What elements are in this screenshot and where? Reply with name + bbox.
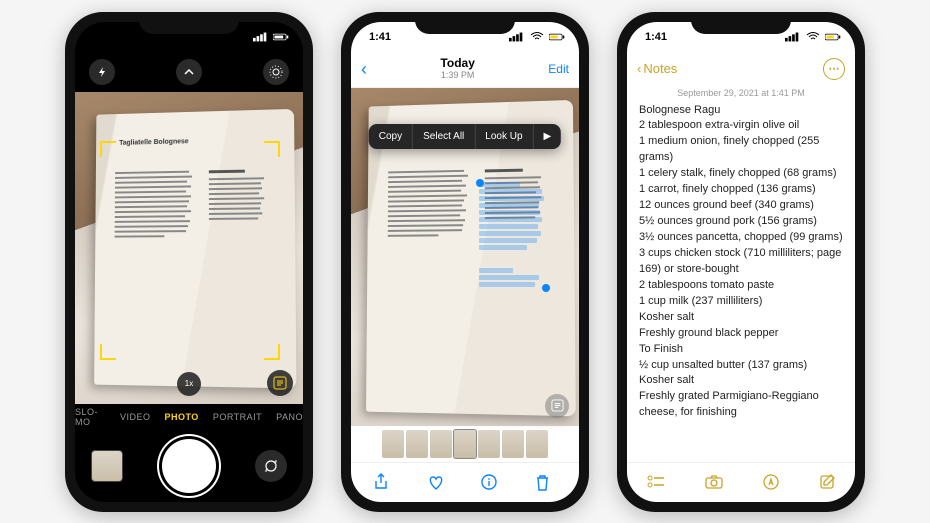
book-title: Tagliatelle Bolognese: [119, 139, 188, 147]
phone-camera: Tagliatelle Bolognese 1x SLO-MO VIDEO P: [65, 12, 313, 512]
back-button[interactable]: ‹: [361, 59, 367, 80]
last-photo-thumbnail[interactable]: [91, 450, 123, 482]
info-button[interactable]: [481, 474, 503, 490]
phone-photos: 1:41 ‹ Today 1:39 PM Edit Tagliatelle Bo…: [341, 12, 589, 512]
status-indicators: [509, 32, 565, 42]
menu-more-arrow[interactable]: ▶: [534, 124, 562, 149]
note-line: 1 cup milk (237 milliliters): [639, 294, 843, 310]
filmstrip-thumb[interactable]: [526, 430, 548, 458]
back-button[interactable]: ‹ Notes: [637, 61, 677, 76]
livetext-bracket: [264, 344, 280, 360]
filmstrip-thumb[interactable]: [430, 430, 452, 458]
filmstrip-thumb[interactable]: [454, 430, 476, 458]
livetext-bracket: [100, 344, 116, 360]
menu-select-all[interactable]: Select All: [413, 124, 475, 149]
camera-button[interactable]: [705, 475, 723, 489]
notch: [139, 12, 239, 34]
note-line: 5½ ounces ground pork (156 grams): [639, 214, 843, 230]
note-date: September 29, 2021 at 1:41 PM: [627, 86, 855, 103]
zoom-badge[interactable]: 1x: [177, 372, 201, 396]
notch: [415, 12, 515, 34]
mode-video[interactable]: VIDEO: [120, 412, 151, 422]
livetext-bracket: [264, 141, 280, 157]
note-line: Bolognese Ragu: [639, 103, 843, 119]
shutter-button[interactable]: [162, 439, 216, 493]
flash-button[interactable]: [89, 59, 115, 85]
phone-notes: 1:41 ‹ Notes ⋯ September 29, 2021 at 1:4…: [617, 12, 865, 512]
live-text-button[interactable]: [545, 394, 569, 418]
book-ingredients: [209, 170, 270, 224]
camera-top-bar: [75, 52, 303, 92]
favorite-button[interactable]: [427, 474, 449, 490]
notes-nav-bar: ‹ Notes ⋯: [627, 52, 855, 86]
book-body-text: [114, 171, 197, 358]
note-line: 12 ounces ground beef (340 grams): [639, 198, 843, 214]
edit-button[interactable]: Edit: [548, 62, 569, 76]
menu-copy[interactable]: Copy: [369, 124, 413, 149]
camera-flip-button[interactable]: [255, 450, 287, 482]
camera-controls: [75, 430, 303, 502]
note-line: To Finish: [639, 342, 843, 358]
photos-nav-bar: ‹ Today 1:39 PM Edit: [351, 52, 579, 88]
camera-mode-strip[interactable]: SLO-MO VIDEO PHOTO PORTRAIT PANO: [75, 404, 303, 430]
filmstrip-thumb[interactable]: [478, 430, 500, 458]
mode-pano[interactable]: PANO: [276, 412, 303, 422]
photos-toolbar: [351, 462, 579, 502]
live-text-button[interactable]: [267, 370, 293, 396]
note-line: Kosher salt: [639, 373, 843, 389]
note-line: 3 cups chicken stock (710 milliliters; p…: [639, 246, 843, 278]
notch: [691, 12, 791, 34]
share-button[interactable]: [373, 473, 395, 491]
status-indicators: [785, 32, 841, 42]
mode-portrait[interactable]: PORTRAIT: [213, 412, 262, 422]
menu-look-up[interactable]: Look Up: [475, 124, 533, 149]
status-time: 1:41: [645, 31, 667, 43]
note-line: 2 tablespoons tomato paste: [639, 278, 843, 294]
note-line: ½ cup unsalted butter (137 grams): [639, 358, 843, 374]
mode-slomo[interactable]: SLO-MO: [75, 407, 106, 427]
note-line: Freshly grated Parmigiano-Reggiano chees…: [639, 389, 843, 421]
filmstrip-thumb[interactable]: [502, 430, 524, 458]
note-line: 2 tablespoon extra-virgin olive oil: [639, 118, 843, 134]
note-line: 1 medium onion, finely chopped (255 gram…: [639, 134, 843, 166]
livetext-bracket: [100, 141, 116, 157]
note-body[interactable]: Bolognese Ragu2 tablespoon extra-virgin …: [627, 103, 855, 462]
markup-button[interactable]: [763, 474, 779, 490]
filmstrip-thumb[interactable]: [406, 430, 428, 458]
notes-toolbar: [627, 462, 855, 502]
more-button[interactable]: ⋯: [823, 58, 845, 80]
chevron-up-icon[interactable]: [176, 59, 202, 85]
note-line: 1 celery stalk, finely chopped (68 grams…: [639, 166, 843, 182]
book-body-text: [386, 170, 472, 382]
note-line: Freshly ground black pepper: [639, 326, 843, 342]
photo-filmstrip[interactable]: [351, 426, 579, 462]
live-photo-button[interactable]: [263, 59, 289, 85]
checklist-button[interactable]: [647, 475, 665, 489]
mode-photo[interactable]: PHOTO: [164, 412, 198, 422]
note-line: Kosher salt: [639, 310, 843, 326]
nav-title: Today 1:39 PM: [440, 57, 474, 80]
note-line: 3½ ounces pancetta, chopped (99 grams): [639, 230, 843, 246]
photo-view[interactable]: Tagliatelle Bolognese Copy Select All Lo…: [351, 88, 579, 426]
status-time: 1:41: [369, 31, 391, 43]
selection-handle-start[interactable]: [476, 179, 484, 187]
filmstrip-thumb[interactable]: [382, 430, 404, 458]
text-selection-menu: Copy Select All Look Up ▶: [369, 124, 561, 149]
camera-viewfinder[interactable]: Tagliatelle Bolognese 1x: [75, 92, 303, 404]
note-line: 1 carrot, finely chopped (136 grams): [639, 182, 843, 198]
delete-button[interactable]: [535, 474, 557, 491]
compose-button[interactable]: [819, 474, 835, 490]
status-indicators: [253, 32, 289, 42]
text-selection[interactable]: [479, 182, 547, 289]
